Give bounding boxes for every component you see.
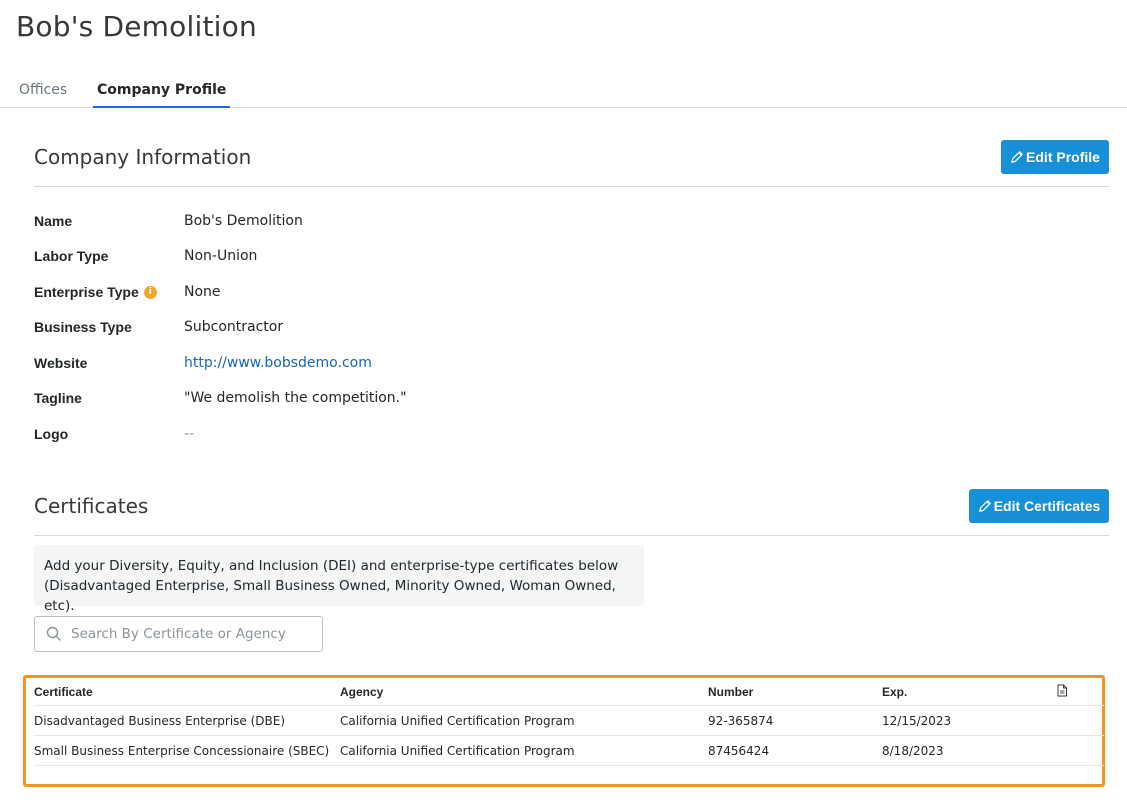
edit-profile-button[interactable]: Edit Profile — [1001, 140, 1109, 174]
website-link[interactable]: http://www.bobsdemo.com — [184, 355, 372, 371]
info-row-logo: Logo -- — [34, 426, 734, 446]
tab-company-profile[interactable]: Company Profile — [93, 82, 231, 108]
labor-type-label: Labor Type — [34, 248, 109, 264]
cell-certificate: Disadvantaged Business Enterprise (DBE) — [34, 713, 286, 728]
labor-type-value: Non-Union — [184, 248, 258, 264]
website-label: Website — [34, 355, 88, 371]
cell-number: 87456424 — [708, 743, 770, 758]
table-row[interactable]: Disadvantaged Business Enterprise (DBE) … — [34, 706, 1104, 736]
tagline-value: "We demolish the competition." — [184, 390, 407, 406]
business-type-value: Subcontractor — [184, 319, 284, 335]
enterprise-type-label-wrap: Enterprise Type i — [34, 284, 157, 300]
cell-exp: 12/15/2023 — [882, 713, 952, 728]
info-row-enterprise-type: Enterprise Type i None — [34, 284, 734, 304]
cell-exp: 8/18/2023 — [882, 743, 944, 758]
certificates-title: Certificates — [34, 494, 149, 518]
search-icon — [46, 626, 61, 641]
info-row-tagline: Tagline "We demolish the competition." — [34, 390, 734, 410]
page-title: Bob's Demolition — [16, 10, 257, 43]
cell-certificate: Small Business Enterprise Concessionaire… — [34, 743, 330, 758]
logo-value: -- — [184, 426, 195, 442]
name-label: Name — [34, 213, 73, 229]
divider — [34, 186, 1109, 187]
cell-agency: California Unified Certification Program — [340, 713, 575, 728]
edit-profile-label: Edit Profile — [1026, 149, 1100, 165]
info-icon[interactable]: i — [143, 285, 157, 299]
info-row-name: Name Bob's Demolition — [34, 213, 734, 233]
table-header-row: Certificate Agency Number Exp. — [34, 678, 1104, 706]
logo-label: Logo — [34, 426, 69, 442]
divider — [34, 535, 1109, 536]
certificates-table: Certificate Agency Number Exp. Disadvant… — [34, 678, 1104, 766]
pencil-icon — [1011, 151, 1023, 163]
enterprise-type-value: None — [184, 284, 221, 300]
tagline-label: Tagline — [34, 390, 82, 406]
document-icon[interactable] — [1056, 684, 1068, 700]
cell-agency: California Unified Certification Program — [340, 743, 575, 758]
info-row-website: Website http://www.bobsdemo.com — [34, 355, 734, 375]
search-input[interactable] — [71, 626, 311, 642]
name-value: Bob's Demolition — [184, 213, 303, 229]
business-type-label: Business Type — [34, 319, 132, 335]
certificates-info-note: Add your Diversity, Equity, and Inclusio… — [34, 545, 644, 614]
cell-number: 92-365874 — [708, 713, 774, 728]
certificate-search — [34, 616, 323, 652]
column-header-agency[interactable]: Agency — [340, 685, 383, 699]
column-header-number[interactable]: Number — [708, 685, 753, 699]
tab-offices[interactable]: Offices — [19, 82, 67, 108]
note-line-1: Add your Diversity, Equity, and Inclusio… — [44, 558, 619, 574]
column-header-certificate[interactable]: Certificate — [34, 685, 93, 699]
note-line-2: (Disadvantaged Enterprise, Small Busines… — [44, 578, 616, 614]
enterprise-type-label: Enterprise Type — [34, 284, 139, 300]
info-row-labor-type: Labor Type Non-Union — [34, 248, 734, 268]
tab-bar: Offices Company Profile — [0, 74, 1127, 108]
pencil-icon — [978, 500, 991, 512]
info-row-business-type: Business Type Subcontractor — [34, 319, 734, 339]
column-header-exp[interactable]: Exp. — [882, 685, 907, 699]
table-row[interactable]: Small Business Enterprise Concessionaire… — [34, 736, 1104, 766]
edit-certificates-label: Edit Certificates — [993, 498, 1101, 514]
edit-certificates-button[interactable]: Edit Certificates — [969, 489, 1109, 523]
company-information-title: Company Information — [34, 145, 252, 169]
